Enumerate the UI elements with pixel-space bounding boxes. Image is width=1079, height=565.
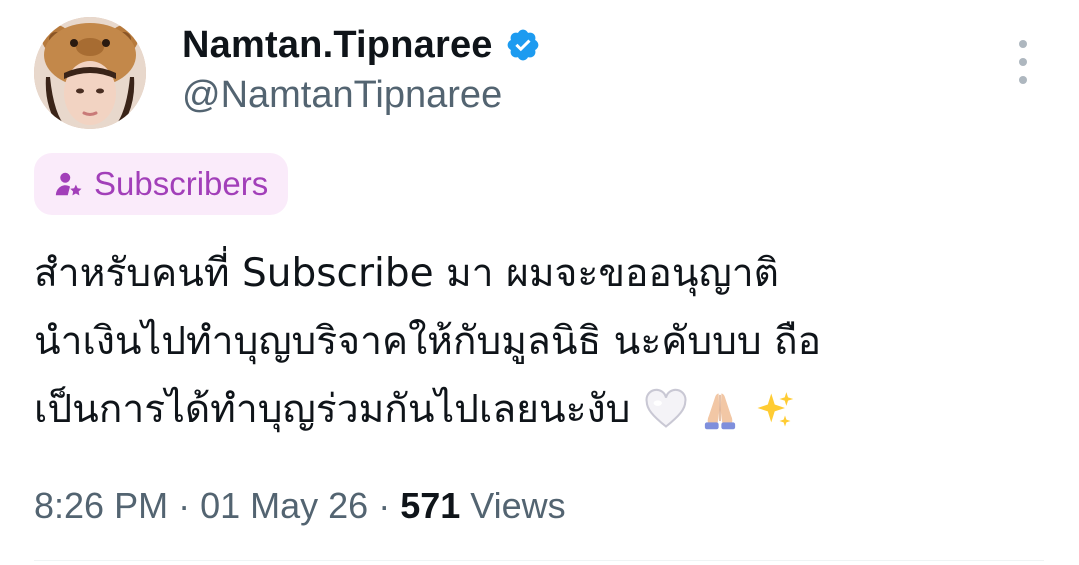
views-label[interactable]: Views <box>470 485 565 527</box>
author-name-row[interactable]: Namtan.Tipnaree <box>182 22 541 68</box>
meta-separator: · <box>378 485 391 526</box>
author-display-name[interactable]: Namtan.Tipnaree <box>182 24 493 67</box>
more-dot <box>1019 40 1027 48</box>
more-dot <box>1019 76 1027 84</box>
tweet-date[interactable]: 01 May 26 <box>200 485 368 527</box>
avatar[interactable] <box>34 17 146 129</box>
tweet-line-text: เป็นการได้ทำบุญร่วมกันไปเลยนะงับ <box>34 387 631 432</box>
author-handle[interactable]: @NamtanTipnaree <box>182 74 502 117</box>
subscribers-badge-label: Subscribers <box>94 165 269 202</box>
verified-badge-icon[interactable] <box>505 27 541 63</box>
tweet-line-text: สำหรับคนที่ Subscribe มา ผมจะขออนุญาติ <box>34 251 779 296</box>
emoji-group <box>644 388 796 432</box>
more-dot <box>1019 58 1027 66</box>
sparkles-icon <box>757 392 794 427</box>
tweet-line: สำหรับคนที่ Subscribe มา ผมจะขออนุญาติ <box>34 240 1044 308</box>
tweet-time[interactable]: 8:26 PM <box>34 485 168 527</box>
subscribers-badge[interactable]: Subscribers <box>34 153 289 215</box>
tweet-meta: 8:26 PM · 01 May 26 · 571 Views <box>34 480 566 532</box>
meta-separator: · <box>178 485 191 526</box>
white-heart-icon <box>645 388 687 428</box>
folded-hands-icon <box>705 393 736 430</box>
bear-hat-avatar-icon <box>34 17 146 129</box>
tweet-line-text: นำเงินไปทำบุญบริจาคให้กับมูลนิธิ นะคับบบ… <box>34 319 822 364</box>
tweet-text: สำหรับคนที่ Subscribe มา ผมจะขออนุญาติ น… <box>34 240 1044 444</box>
tweet-line: เป็นการได้ทำบุญร่วมกันไปเลยนะงับ <box>34 376 1044 444</box>
tweet-line: นำเงินไปทำบุญบริจาคให้กับมูลนิธิ นะคับบบ… <box>34 308 1044 376</box>
divider <box>34 560 1044 561</box>
views-count[interactable]: 571 <box>400 485 460 527</box>
subscriber-star-icon <box>55 172 82 196</box>
more-vertical-icon[interactable] <box>1008 40 1038 84</box>
